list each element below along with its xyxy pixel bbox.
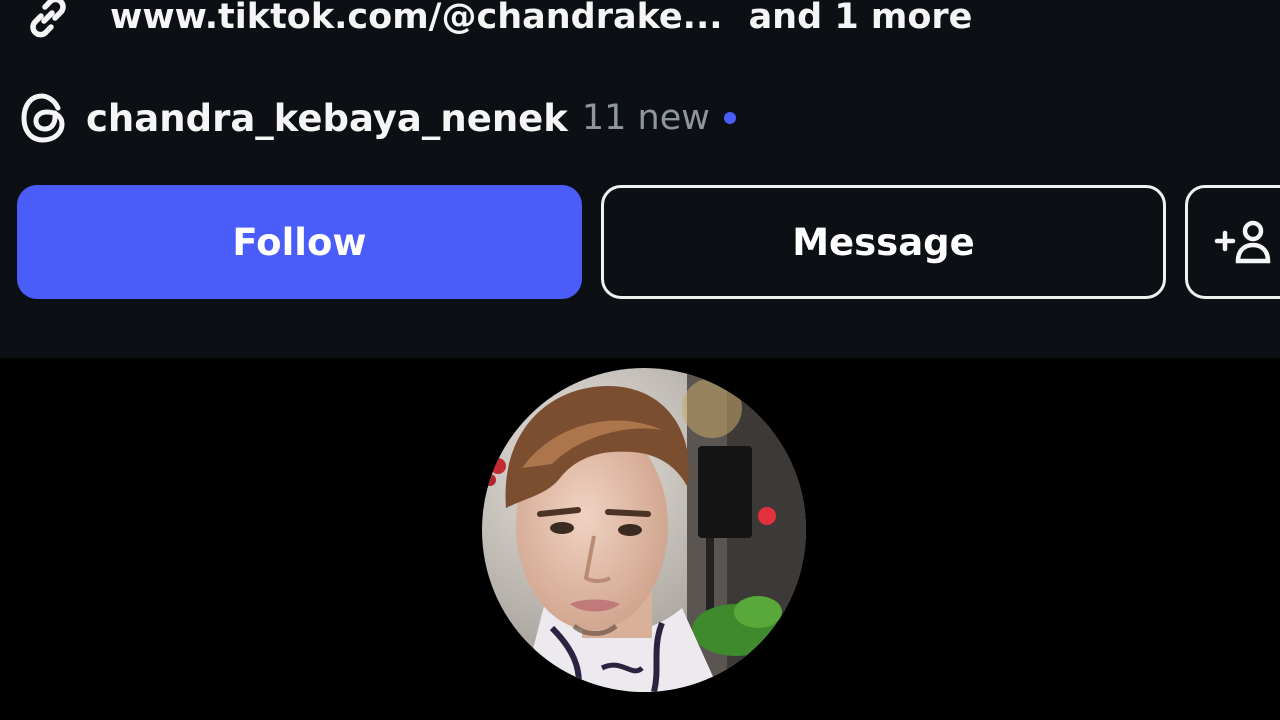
profile-photo [482,368,806,692]
link-icon [20,0,76,45]
add-user-icon [1214,219,1274,265]
profile-link-row[interactable]: www.tiktok.com/@chandrake... and 1 more [20,0,972,46]
threads-badge-row[interactable]: chandra_kebaya_nenek 11 new [20,92,736,144]
threads-handle[interactable]: chandra_kebaya_nenek [86,97,568,140]
suggested-users-button[interactable] [1185,185,1280,299]
profile-avatar[interactable] [482,368,806,692]
threads-icon [20,92,68,144]
message-button-label: Message [792,220,975,264]
new-indicator-dot-icon [723,112,736,124]
threads-new-count: 11 new [581,98,710,138]
message-button[interactable]: Message [601,185,1166,299]
follow-button-label: Follow [232,220,367,264]
profile-header-panel: www.tiktok.com/@chandrake... and 1 more … [0,0,1280,358]
profile-link-text[interactable]: www.tiktok.com/@chandrake... [110,0,723,37]
profile-link-more[interactable]: and 1 more [749,0,973,37]
follow-button[interactable]: Follow [17,185,582,299]
